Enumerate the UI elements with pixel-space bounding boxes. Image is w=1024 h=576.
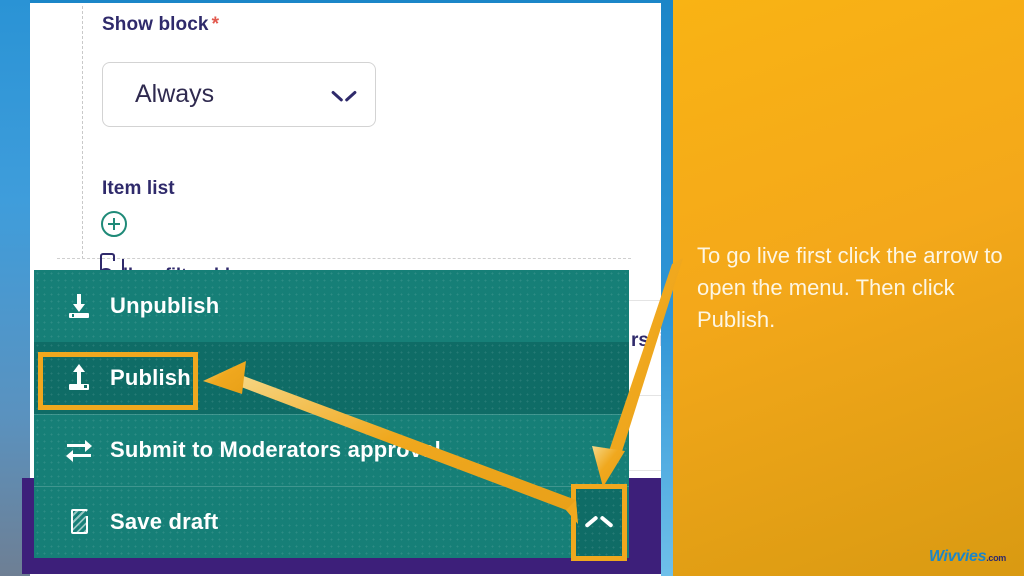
menu-toggle-button[interactable] [575,488,622,556]
menu-item-save-draft[interactable]: Save draft [34,486,629,558]
show-block-label: Show block * [102,14,219,36]
watermark-logo: Wivvies.com [929,548,1006,566]
show-block-label-text: Show block [102,14,209,35]
watermark-name: Wivvies [928,548,987,565]
document-icon [64,507,94,537]
menu-item-publish[interactable]: Publish [34,342,629,414]
menu-item-label: Save draft [110,509,219,534]
publish-action-menu: Unpublish Publish Submit to Moderators a… [34,270,629,558]
menu-item-submit-to-moderators[interactable]: Submit to Moderators approval [34,414,629,486]
upload-icon [64,363,94,393]
show-block-selected-value: Always [135,80,215,108]
item-list-label: Item list [102,178,175,199]
download-icon [64,291,94,321]
plus-circle-icon[interactable] [101,211,127,237]
exchange-arrows-icon [64,435,94,465]
required-asterisk: * [211,14,220,35]
panel-divider-strip [661,0,673,576]
show-block-select[interactable]: Always [102,62,376,127]
menu-item-label: Submit to Moderators approval [110,437,441,462]
menu-item-label: Unpublish [110,293,220,318]
menu-item-unpublish[interactable]: Unpublish [34,270,629,342]
instruction-text: To go live first click the arrow to open… [697,243,1003,332]
screenshot-root: Show block* Always Item list Gallery fil… [0,0,1024,576]
chevron-up-icon [587,515,611,529]
watermark-tld: .com [986,553,1006,563]
top-accent-rule [30,0,670,3]
obscured-text-fragment: rs, i [631,330,665,351]
menu-item-label: Publish [110,365,191,390]
chevron-down-icon [333,88,355,101]
